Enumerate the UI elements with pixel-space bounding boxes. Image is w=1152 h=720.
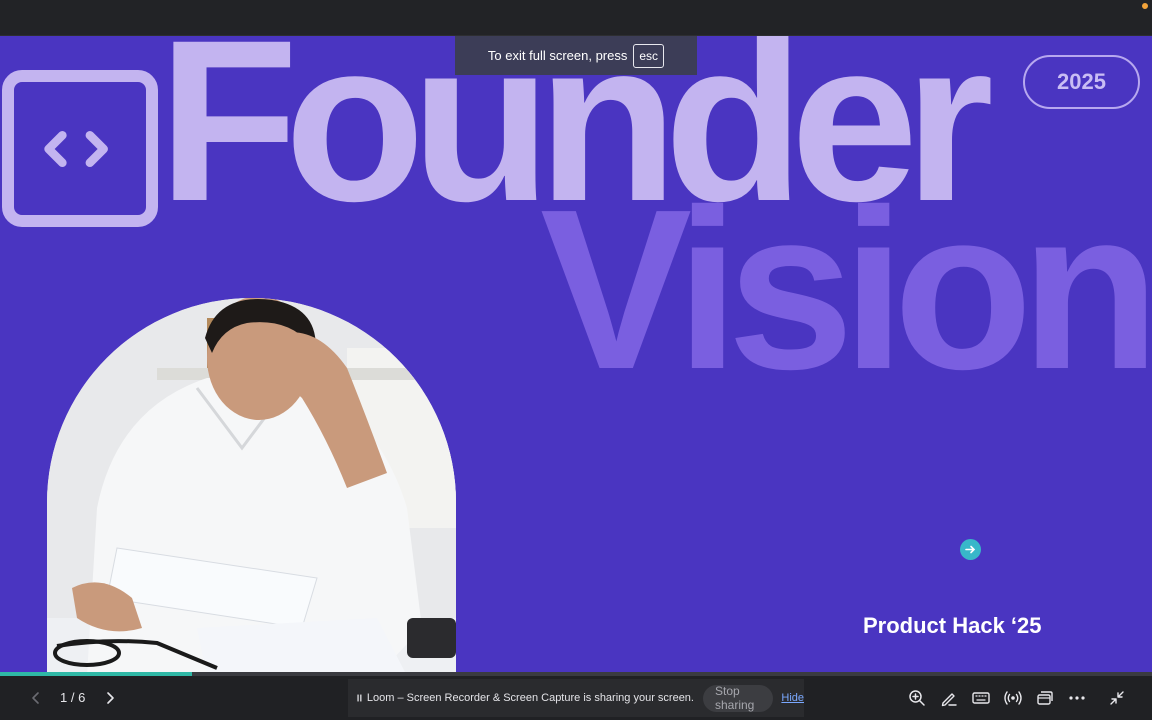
year-badge: 2025 [1023, 55, 1140, 109]
screen-share-notice: Loom – Screen Recorder & Screen Capture … [348, 679, 804, 717]
chevron-right-icon[interactable] [102, 689, 118, 707]
esc-key-badge: esc [633, 43, 665, 68]
exit-fullscreen-banner: To exit full screen, press esc [455, 36, 697, 75]
slide-subtitle: Product Hack ‘25 [863, 613, 1042, 638]
zoom-in-icon[interactable] [907, 688, 927, 708]
exit-fullscreen-text: To exit full screen, press [487, 48, 628, 63]
screen-share-message: Loom – Screen Recorder & Screen Capture … [366, 692, 694, 704]
logo [2, 70, 158, 227]
keyboard-icon[interactable] [971, 688, 991, 708]
windows-icon[interactable] [1035, 688, 1055, 708]
pen-icon[interactable] [939, 688, 959, 708]
code-brackets-icon [44, 130, 108, 168]
hide-link[interactable]: Hide [781, 692, 804, 704]
stop-sharing-button[interactable]: Stop sharing [702, 684, 774, 712]
recording-indicator [1142, 3, 1148, 9]
presentation-screen: Founder Vision 2025 Product Hack ‘25 To … [0, 0, 1152, 720]
pointer-arrow-icon [960, 539, 981, 560]
slide-title-vision: Vision [540, 163, 1152, 417]
exit-fullscreen-icon[interactable] [1107, 688, 1127, 708]
slide: Founder Vision 2025 Product Hack ‘25 [0, 36, 1152, 676]
more-icon[interactable] [1067, 688, 1087, 708]
presentation-toolbar: 1 / 6 Loom – Screen Recorder & Screen Ca… [0, 676, 1152, 720]
page-counter: 1 / 6 [60, 690, 86, 705]
broadcast-icon[interactable] [1003, 688, 1023, 708]
pause-icon [357, 694, 362, 702]
top-bar [0, 0, 1152, 36]
stressed-founder-photo [47, 298, 456, 676]
chevron-left-icon[interactable] [28, 689, 44, 707]
